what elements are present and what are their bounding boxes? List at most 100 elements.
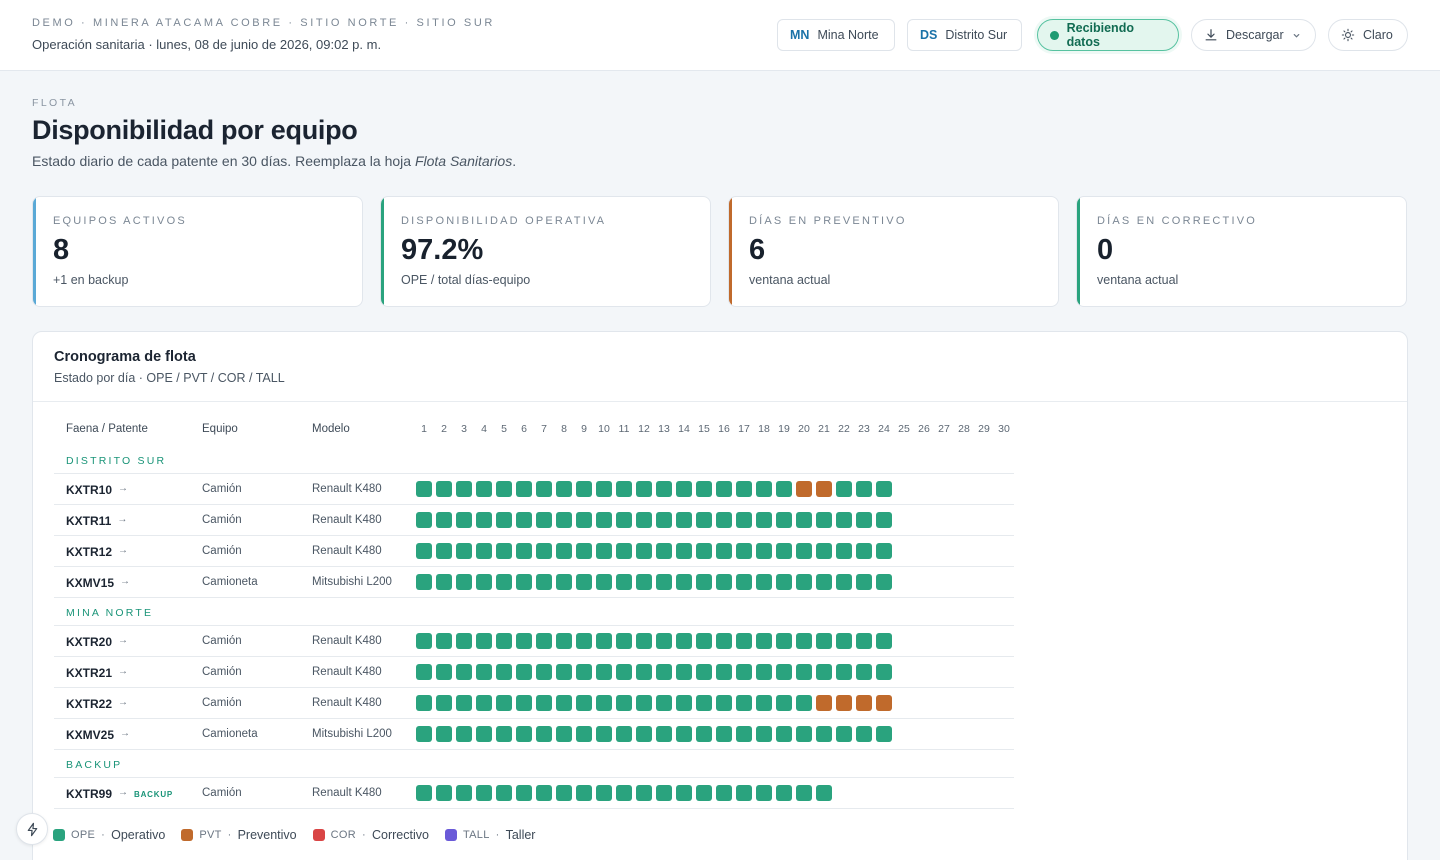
status-cell-ope[interactable]: [856, 481, 872, 497]
status-cell-ope[interactable]: [476, 633, 492, 649]
status-cell-ope[interactable]: [496, 574, 512, 590]
status-cell-ope[interactable]: [476, 785, 492, 801]
status-cell-ope[interactable]: [816, 543, 832, 559]
status-cell-pvt[interactable]: [856, 695, 872, 711]
status-cell-ope[interactable]: [576, 481, 592, 497]
status-cell-ope[interactable]: [876, 543, 892, 559]
status-cell-ope[interactable]: [876, 512, 892, 528]
status-cell-ope[interactable]: [676, 481, 692, 497]
status-cell-ope[interactable]: [416, 512, 432, 528]
status-cell-ope[interactable]: [876, 633, 892, 649]
status-cell-ope[interactable]: [756, 726, 772, 742]
plate-link[interactable]: KXTR11: [66, 514, 111, 528]
status-cell-ope[interactable]: [536, 785, 552, 801]
status-cell-ope[interactable]: [576, 664, 592, 680]
status-cell-ope[interactable]: [456, 664, 472, 680]
status-cell-ope[interactable]: [836, 633, 852, 649]
status-cell-pvt[interactable]: [796, 481, 812, 497]
plate-link[interactable]: KXTR22: [66, 697, 112, 711]
status-cell-ope[interactable]: [696, 695, 712, 711]
status-cell-ope[interactable]: [556, 574, 572, 590]
status-cell-ope[interactable]: [436, 574, 452, 590]
status-cell-ope[interactable]: [536, 695, 552, 711]
status-cell-ope[interactable]: [816, 633, 832, 649]
status-cell-ope[interactable]: [856, 512, 872, 528]
status-cell-ope[interactable]: [756, 785, 772, 801]
status-cell-ope[interactable]: [796, 785, 812, 801]
status-cell-ope[interactable]: [436, 512, 452, 528]
status-cell-ope[interactable]: [556, 633, 572, 649]
status-cell-ope[interactable]: [516, 543, 532, 559]
status-cell-ope[interactable]: [676, 726, 692, 742]
status-cell-ope[interactable]: [716, 664, 732, 680]
status-cell-ope[interactable]: [776, 695, 792, 711]
status-cell-ope[interactable]: [736, 633, 752, 649]
plate-link[interactable]: KXMV15: [66, 576, 114, 590]
status-cell-ope[interactable]: [516, 785, 532, 801]
status-cell-ope[interactable]: [536, 726, 552, 742]
status-cell-ope[interactable]: [736, 695, 752, 711]
status-cell-ope[interactable]: [776, 512, 792, 528]
status-cell-ope[interactable]: [556, 664, 572, 680]
status-cell-ope[interactable]: [636, 695, 652, 711]
status-cell-ope[interactable]: [796, 543, 812, 559]
status-cell-ope[interactable]: [816, 664, 832, 680]
status-cell-ope[interactable]: [616, 633, 632, 649]
status-cell-ope[interactable]: [816, 512, 832, 528]
status-cell-ope[interactable]: [436, 543, 452, 559]
status-cell-ope[interactable]: [576, 543, 592, 559]
status-cell-ope[interactable]: [596, 543, 612, 559]
status-cell-ope[interactable]: [656, 574, 672, 590]
equipment-row[interactable]: KXTR20 → Camión Renault K480: [54, 626, 1014, 657]
status-cell-ope[interactable]: [476, 664, 492, 680]
status-cell-ope[interactable]: [736, 543, 752, 559]
status-cell-ope[interactable]: [816, 785, 832, 801]
plate-link[interactable]: KXTR12: [66, 545, 112, 559]
status-cell-ope[interactable]: [696, 481, 712, 497]
status-cell-ope[interactable]: [616, 726, 632, 742]
status-cell-ope[interactable]: [616, 785, 632, 801]
status-cell-pvt[interactable]: [836, 695, 852, 711]
status-cell-ope[interactable]: [496, 543, 512, 559]
status-cell-ope[interactable]: [716, 481, 732, 497]
status-cell-ope[interactable]: [496, 726, 512, 742]
status-cell-ope[interactable]: [696, 543, 712, 559]
site-button-mina-norte[interactable]: MN Mina Norte: [777, 19, 895, 51]
plate-link[interactable]: KXTR20: [66, 635, 112, 649]
status-cell-ope[interactable]: [876, 664, 892, 680]
status-cell-ope[interactable]: [536, 633, 552, 649]
status-cell-ope[interactable]: [676, 785, 692, 801]
status-cell-ope[interactable]: [836, 512, 852, 528]
status-cell-ope[interactable]: [556, 726, 572, 742]
status-cell-ope[interactable]: [516, 695, 532, 711]
status-cell-ope[interactable]: [716, 543, 732, 559]
status-cell-ope[interactable]: [836, 574, 852, 590]
status-cell-ope[interactable]: [856, 633, 872, 649]
status-cell-ope[interactable]: [856, 664, 872, 680]
status-cell-ope[interactable]: [716, 574, 732, 590]
status-cell-ope[interactable]: [616, 574, 632, 590]
equipment-row[interactable]: KXTR11 → Camión Renault K480: [54, 505, 1014, 536]
status-cell-ope[interactable]: [876, 574, 892, 590]
status-cell-ope[interactable]: [836, 664, 852, 680]
status-cell-ope[interactable]: [736, 512, 752, 528]
status-cell-ope[interactable]: [456, 633, 472, 649]
status-cell-ope[interactable]: [716, 726, 732, 742]
status-cell-ope[interactable]: [696, 726, 712, 742]
status-cell-ope[interactable]: [436, 481, 452, 497]
status-cell-ope[interactable]: [416, 543, 432, 559]
status-cell-ope[interactable]: [556, 785, 572, 801]
status-cell-ope[interactable]: [636, 481, 652, 497]
status-cell-ope[interactable]: [676, 512, 692, 528]
status-cell-ope[interactable]: [756, 481, 772, 497]
status-cell-ope[interactable]: [476, 543, 492, 559]
equipment-row[interactable]: KXTR10 → Camión Renault K480: [54, 474, 1014, 505]
status-cell-ope[interactable]: [516, 512, 532, 528]
status-cell-ope[interactable]: [716, 633, 732, 649]
status-cell-ope[interactable]: [616, 512, 632, 528]
status-cell-ope[interactable]: [576, 726, 592, 742]
status-cell-ope[interactable]: [576, 574, 592, 590]
status-cell-ope[interactable]: [536, 512, 552, 528]
status-cell-ope[interactable]: [856, 543, 872, 559]
status-cell-ope[interactable]: [596, 664, 612, 680]
